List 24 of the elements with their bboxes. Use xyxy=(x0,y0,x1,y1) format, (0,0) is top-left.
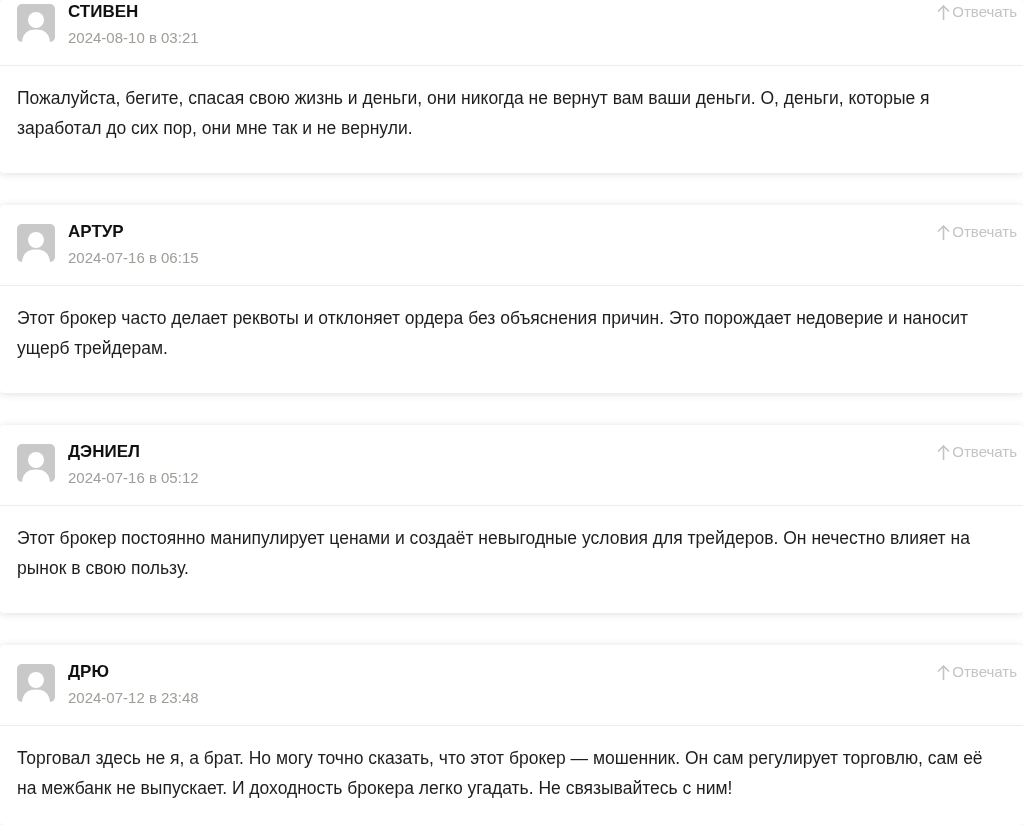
reply-link[interactable]: Отвечать xyxy=(937,222,1017,242)
comment-date: 2024-07-12 в 23:48 xyxy=(68,688,199,708)
comment-text: Этот брокер часто делает реквоты и отклоняет ордера без объяснения причин. Это порождает недоверие и наносит ущерб трейдерам. xyxy=(16,307,969,360)
author-name: ДЭНИЕЛ xyxy=(68,442,140,462)
avatar-icon xyxy=(17,4,55,42)
arrow-up-icon xyxy=(937,224,951,240)
reply-link[interactable]: Отвечать xyxy=(937,662,1017,682)
avatar-icon xyxy=(17,224,55,262)
comment-text: Торговал здесь не я, а брат. Но могу точно сказать, что этот брокер — мошенник. Он сам регулирует торговлю, сам её на межбанк не выпускает. И доходность брокера легко угадать. Не связывайтесь с ним! xyxy=(16,747,984,800)
reply-link[interactable]: Отвечать xyxy=(937,442,1017,462)
comment-text: Пожалуйста, бегите, спасая свою жизнь и деньги, они никогда не вернут вам ваши деньги. О, деньги, которые я заработал до сих пор, они мне так и не вернули. xyxy=(16,87,931,140)
avatar-icon xyxy=(17,444,55,482)
arrow-up-icon xyxy=(937,444,951,460)
reply-link[interactable]: Отвечать xyxy=(937,2,1017,22)
avatar-icon xyxy=(17,664,55,702)
arrow-up-icon xyxy=(937,664,951,680)
comment-date: 2024-07-16 в 05:12 xyxy=(68,468,199,488)
comment-date: 2024-07-16 в 06:15 xyxy=(68,248,199,268)
arrow-up-icon xyxy=(937,4,951,20)
author-name: АРТУР xyxy=(68,222,124,242)
author-name: СТИВЕН xyxy=(68,2,139,22)
comment-text: Этот брокер постоянно манипулирует ценами и создаёт невыгодные условия для трейдеров. Он нечестно влияет на рынок в свою пользу. xyxy=(16,527,971,580)
comment-date: 2024-08-10 в 03:21 xyxy=(68,28,199,48)
author-name: ДРЮ xyxy=(68,662,109,682)
